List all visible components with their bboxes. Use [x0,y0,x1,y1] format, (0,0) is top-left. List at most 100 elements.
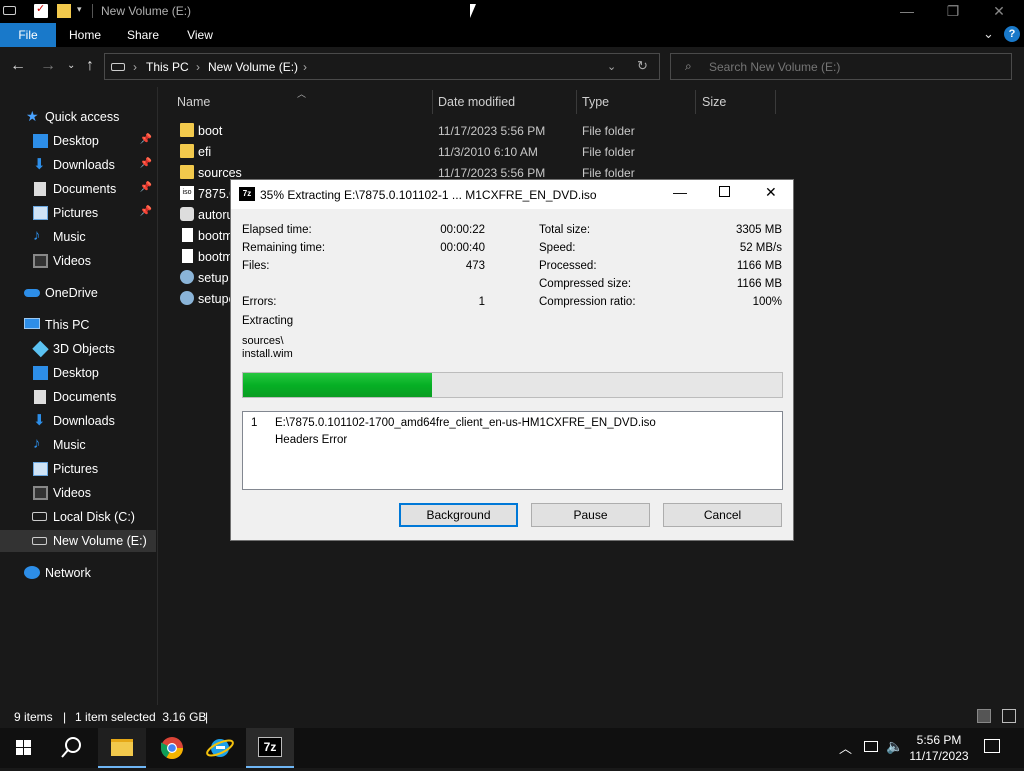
tab-share[interactable]: Share [120,23,166,47]
download-icon: ⬇ [33,412,46,429]
file-row[interactable]: efi 11/3/2010 6:10 AM File folder [172,141,782,162]
background-button[interactable]: Background [399,503,518,527]
network-status-icon[interactable] [864,741,878,752]
sidebar-item-label: OneDrive [45,286,98,300]
details-view-icon[interactable] [977,709,991,723]
start-button[interactable] [0,728,48,768]
breadcrumb-this-pc[interactable]: This PC [146,60,189,74]
large-icons-view-icon[interactable] [1002,709,1016,723]
recent-locations-icon[interactable]: ⌄ [67,60,75,71]
dialog-close-button[interactable]: ✕ [765,184,777,201]
sidebar-item-label: Downloads [53,414,115,428]
volume-muted-icon[interactable]: 🔈 [886,738,903,755]
pin-icon[interactable]: 📌 [140,206,152,217]
refresh-icon[interactable]: ↻ [637,58,648,74]
sidebar-item-pictures[interactable]: Pictures 📌 [0,202,156,224]
tab-file[interactable]: File [0,23,56,47]
column-divider[interactable] [775,90,776,114]
taskbar-7zip[interactable]: 7z [246,728,294,768]
sidebar-item-music[interactable]: ♪ Music [0,226,156,248]
sidebar-item-label: Downloads [53,158,115,172]
sidebar-item-new-volume[interactable]: New Volume (E:) [0,530,156,552]
tab-view[interactable]: View [178,23,222,47]
remaining-value: 00:00:40 [440,242,485,254]
iso-file-icon: iso [180,186,194,200]
sidebar-item-documents-pc[interactable]: Documents [0,386,156,408]
help-icon[interactable]: ? [1004,26,1020,42]
notifications-icon[interactable] [984,739,1000,753]
pin-icon[interactable]: 📌 [140,158,152,169]
error-log[interactable]: 1 E:\7875.0.101102-1700_amd64fre_client_… [242,411,783,490]
sidebar-item-music-pc[interactable]: ♪ Music [0,434,156,456]
column-header-name[interactable]: Name [177,95,210,109]
column-header-type[interactable]: Type [582,95,609,109]
cancel-button[interactable]: Cancel [663,503,782,527]
chrome-icon [161,737,183,759]
sidebar-item-onedrive[interactable]: OneDrive [0,282,156,304]
processed-label: Processed: [539,260,597,272]
search-input[interactable] [709,59,999,75]
restore-button[interactable]: ❐ [930,0,976,23]
folder-icon [180,123,194,137]
column-divider[interactable] [576,90,577,114]
dialog-minimize-button[interactable]: — [673,184,687,200]
search-box[interactable]: ⌕ [670,53,1012,80]
search-button[interactable] [48,728,96,768]
pin-icon[interactable]: 📌 [140,134,152,145]
column-divider[interactable] [695,90,696,114]
taskbar-ie[interactable] [196,728,244,768]
pin-icon[interactable]: 📌 [140,182,152,193]
folder-icon [111,739,133,756]
back-arrow-icon[interactable]: ← [10,57,26,75]
sidebar-item-downloads-pc[interactable]: ⬇ Downloads [0,410,156,432]
file-name: boot [198,124,223,138]
breadcrumb-separator: › [303,60,307,74]
sidebar-item-downloads[interactable]: ⬇ Downloads 📌 [0,154,156,176]
drive-icon [32,537,47,545]
new-folder-icon[interactable] [57,4,71,18]
file-name: setup [198,271,229,285]
sidebar-item-local-disk[interactable]: Local Disk (C:) [0,506,156,528]
properties-icon[interactable]: ✓ [34,3,48,18]
cube-icon [32,340,49,358]
show-hidden-icons-icon[interactable]: ︿ [839,738,852,757]
sidebar-item-3d-objects[interactable]: 3D Objects [0,338,156,360]
sidebar-item-this-pc[interactable]: This PC [0,314,156,336]
tab-home[interactable]: Home [62,23,108,47]
sidebar-item-videos[interactable]: Videos [0,250,156,272]
column-header-date[interactable]: Date modified [438,95,515,109]
minimize-button[interactable]: — [884,0,930,23]
sidebar-item-videos-pc[interactable]: Videos [0,482,156,504]
files-value: 473 [465,260,485,272]
up-arrow-icon[interactable]: ↑ [86,57,94,75]
status-separator: | [205,710,209,724]
remaining-label: Remaining time: [242,242,326,254]
dialog-maximize-button[interactable] [719,186,730,197]
pause-button[interactable]: Pause [531,503,650,527]
expand-ribbon-icon[interactable]: ⌄ [983,26,994,42]
sidebar-item-label: Network [45,566,91,580]
close-button[interactable]: ✕ [976,0,1022,23]
sidebar-item-desktop[interactable]: Desktop 📌 [0,130,156,152]
sidebar-item-pictures-pc[interactable]: Pictures [0,458,156,480]
column-divider[interactable] [432,90,433,114]
sidebar-item-documents[interactable]: Documents 📌 [0,178,156,200]
sidebar-item-desktop-pc[interactable]: Desktop [0,362,156,384]
sidebar-item-quick-access[interactable]: ★ Quick access [0,106,156,128]
elapsed-label: Elapsed time: [242,224,312,236]
file-row[interactable]: boot 11/17/2023 5:56 PM File folder [172,120,782,141]
file-name: bootm [198,250,233,264]
customize-toolbar-icon[interactable]: ▾ [77,4,91,18]
forward-arrow-icon[interactable]: → [40,57,56,75]
clock[interactable]: 5:56 PM 11/17/2023 [906,732,972,764]
file-date: 11/17/2023 5:56 PM [438,166,546,180]
taskbar-chrome[interactable] [148,728,196,768]
address-bar[interactable]: › This PC › New Volume (E:) › ⌄ ↻ [104,53,660,80]
breadcrumb-new-volume[interactable]: New Volume (E:) [208,60,298,74]
clock-date: 11/17/2023 [909,749,969,763]
speed-value: 52 MB/s [739,242,782,254]
address-dropdown-icon[interactable]: ⌄ [607,60,616,73]
column-header-size[interactable]: Size [702,95,726,109]
sidebar-item-network[interactable]: Network [0,562,156,584]
taskbar-file-explorer[interactable] [98,728,146,768]
